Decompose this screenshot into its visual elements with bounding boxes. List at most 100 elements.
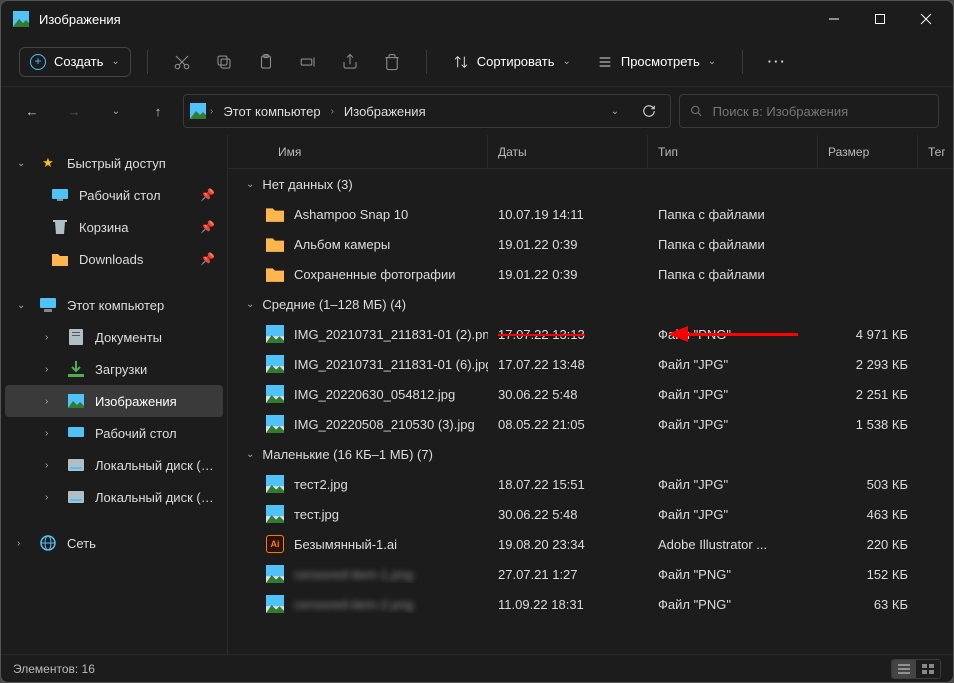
sidebar-item-documents[interactable]: › Документы [5, 321, 223, 353]
file-type: Adobe Illustrator ... [648, 537, 818, 552]
sidebar-item-trash[interactable]: Корзина 📌 [5, 211, 223, 243]
file-row[interactable]: IMG_20210731_211831-01 (2).png17.07.22 1… [228, 319, 953, 349]
group-header[interactable]: ⌄Маленькие (16 КБ–1 МБ) (7) [228, 439, 953, 469]
search-icon [690, 104, 703, 118]
file-size: 152 КБ [818, 567, 918, 582]
sidebar-item-desktop2[interactable]: › Рабочий стол [5, 417, 223, 449]
maximize-button[interactable] [857, 3, 903, 35]
group-header[interactable]: ⌄ Нет данных (3) [228, 169, 953, 199]
search-box[interactable] [679, 94, 939, 128]
file-size: 63 КБ [818, 597, 918, 612]
sidebar-item-network[interactable]: › Сеть [5, 527, 223, 559]
close-button[interactable] [903, 3, 949, 35]
chevron-down-icon[interactable]: ⌄ [246, 299, 254, 310]
paste-button[interactable] [248, 44, 284, 80]
file-row[interactable]: Сохраненные фотографии19.01.22 0:39Папка… [228, 259, 953, 289]
sidebar: ⌄ ★ Быстрый доступ Рабочий стол 📌 Корзин… [1, 135, 228, 654]
sidebar-item-downloads[interactable]: Downloads 📌 [5, 243, 223, 275]
download-icon [67, 361, 85, 377]
more-button[interactable]: ··· [759, 44, 795, 80]
titlebar[interactable]: Изображения [1, 1, 953, 37]
view-details-icon[interactable] [892, 660, 916, 678]
column-size[interactable]: Размер [818, 135, 918, 168]
file-type: Файл "PNG" [648, 327, 818, 342]
chevron-right-icon[interactable]: › [45, 332, 57, 343]
file-date: 17.07.22 13:13 [488, 327, 648, 342]
view-button[interactable]: Просмотреть ⌄ [587, 48, 726, 76]
sort-button[interactable]: Сортировать ⌄ [443, 48, 581, 76]
sidebar-item-images[interactable]: › Изображения [5, 385, 223, 417]
chevron-right-icon[interactable]: › [331, 106, 334, 117]
file-row[interactable]: тест.jpg30.06.22 5:48Файл "JPG"463 КБ [228, 499, 953, 529]
file-name: IMG_20210731_211831-01 (6).jpg [294, 357, 488, 372]
file-size: 463 КБ [818, 507, 918, 522]
chevron-down-icon[interactable]: ⌄ [17, 300, 29, 311]
chevron-right-icon[interactable]: › [45, 364, 57, 375]
sidebar-item-downloads2[interactable]: › Загрузки [5, 353, 223, 385]
sidebar-item-disk-c[interactable]: › Локальный диск (C:) [5, 449, 223, 481]
forward-button[interactable]: → [57, 94, 91, 128]
file-row[interactable]: IMG_20220508_210530 (3).jpg08.05.22 21:0… [228, 409, 953, 439]
file-list[interactable]: ⌄ Нет данных (3) Ashampoo Snap 1010.07.19 … [228, 169, 953, 654]
group-title: Нет данных (3) [262, 177, 352, 192]
search-input[interactable] [713, 104, 928, 119]
sidebar-item-quick-access[interactable]: ⌄ ★ Быстрый доступ [5, 147, 223, 179]
file-row[interactable]: Альбом камеры19.01.22 0:39Папка с файлам… [228, 229, 953, 259]
plus-icon: + [30, 54, 46, 70]
column-date[interactable]: Даты [488, 135, 648, 168]
file-row[interactable]: IMG_20210731_211831-01 (6).jpg17.07.22 1… [228, 349, 953, 379]
up-button[interactable]: ↑ [141, 94, 175, 128]
share-button[interactable] [332, 44, 368, 80]
file-row[interactable]: censored-item-2.png11.09.22 18:31Файл "P… [228, 589, 953, 619]
file-row[interactable]: Ashampoo Snap 1010.07.19 14:11Папка с фа… [228, 199, 953, 229]
trash-icon [51, 219, 69, 235]
file-size: 503 КБ [818, 477, 918, 492]
chevron-down-icon[interactable]: ⌄ [17, 158, 29, 169]
file-type: Папка с файлами [648, 207, 818, 222]
chevron-right-icon[interactable]: › [45, 492, 57, 503]
chevron-down-icon[interactable]: ⌄ [246, 449, 254, 460]
copy-button[interactable] [206, 44, 242, 80]
sidebar-item-this-pc[interactable]: ⌄ Этот компьютер [5, 289, 223, 321]
file-row[interactable]: AiБезымянный-1.ai19.08.20 23:34Adobe Ill… [228, 529, 953, 559]
chevron-right-icon[interactable]: › [45, 428, 57, 439]
cut-button[interactable] [164, 44, 200, 80]
minimize-button[interactable] [811, 3, 857, 35]
chevron-down-icon[interactable]: ⌄ [246, 179, 254, 190]
chevron-right-icon[interactable]: › [17, 538, 29, 549]
group-header[interactable]: ⌄Средние (1–128 МБ) (4) [228, 289, 953, 319]
breadcrumb-seg-thispc[interactable]: Этот компьютер [217, 100, 326, 123]
rename-button[interactable] [290, 44, 326, 80]
column-type[interactable]: Тип [648, 135, 818, 168]
chevron-right-icon[interactable]: › [45, 460, 57, 471]
sidebar-item-desktop[interactable]: Рабочий стол 📌 [5, 179, 223, 211]
recent-button[interactable]: ⌄ [99, 94, 133, 128]
file-date: 18.07.22 15:51 [488, 477, 648, 492]
chevron-right-icon[interactable]: › [45, 396, 57, 407]
refresh-button[interactable] [634, 96, 664, 126]
file-name: censored-item-2.png [294, 597, 413, 612]
network-icon [39, 535, 57, 551]
column-tags[interactable]: Теги [918, 135, 945, 168]
address-dropdown[interactable]: ⌄ [600, 96, 630, 126]
sidebar-item-disk-d[interactable]: › Локальный диск (D:) [5, 481, 223, 513]
file-name: Сохраненные фотографии [294, 267, 455, 282]
new-button[interactable]: + Создать ⌄ [19, 47, 131, 77]
window-title: Изображения [39, 12, 121, 27]
address-bar[interactable]: › Этот компьютер › Изображения ⌄ [183, 94, 671, 128]
file-row[interactable]: censored-item-1.png27.07.21 1:27Файл "PN… [228, 559, 953, 589]
file-date: 19.01.22 0:39 [488, 237, 648, 252]
view-thumbnails-icon[interactable] [916, 660, 940, 678]
breadcrumb-seg-images[interactable]: Изображения [338, 100, 432, 123]
view-toggle[interactable] [891, 659, 941, 679]
file-row[interactable]: IMG_20220630_054812.jpg30.06.22 5:48Файл… [228, 379, 953, 409]
back-button[interactable]: ← [15, 94, 49, 128]
documents-icon [67, 329, 85, 345]
chevron-right-icon[interactable]: › [210, 106, 213, 117]
file-type: Папка с файлами [648, 237, 818, 252]
file-row[interactable]: тест2.jpg18.07.22 15:51Файл "JPG"503 КБ [228, 469, 953, 499]
column-name[interactable]: Имя [228, 135, 488, 168]
delete-button[interactable] [374, 44, 410, 80]
file-type: Файл "JPG" [648, 477, 818, 492]
pin-icon: 📌 [200, 188, 215, 202]
